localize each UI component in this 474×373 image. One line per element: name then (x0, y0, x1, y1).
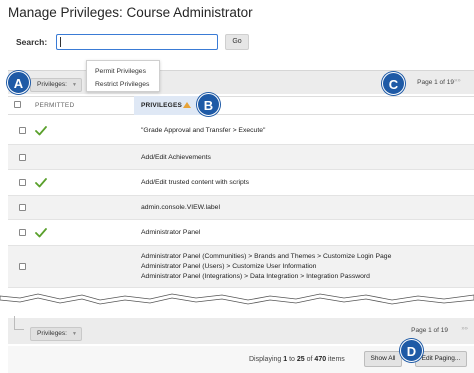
show-all-button[interactable]: Show All (364, 351, 402, 367)
callout-marker-d: D (400, 339, 423, 362)
chevron-down-icon: ▼ (72, 331, 77, 337)
go-button[interactable]: Go (225, 34, 249, 50)
table-row: admin.console.VIEW.label (8, 196, 474, 220)
sort-ascending-icon[interactable] (183, 102, 191, 108)
next-page-icon-bottom[interactable]: »» (461, 326, 468, 332)
menu-item-restrict-privileges[interactable]: Restrict Privileges (95, 81, 149, 88)
search-input[interactable] (56, 34, 218, 50)
callout-marker-a: A (7, 71, 30, 94)
privileges-dropdown-menu: Permit Privileges Restrict Privileges (86, 60, 160, 92)
paging-indicator-bottom: Page 1 of 19 (411, 327, 448, 334)
row-checkbox[interactable] (19, 153, 26, 161)
column-header-privileges[interactable]: PRIVILEGES (141, 102, 182, 109)
privilege-name: admin.console.VIEW.label (141, 204, 220, 211)
callout-marker-c: C (382, 72, 405, 95)
table-row: Add/Edit Achievements (8, 145, 474, 170)
table-row: Administrator Panel (8, 220, 474, 246)
row-checkbox[interactable] (19, 229, 26, 236)
edit-paging-button[interactable]: Edit Paging... (415, 351, 467, 367)
privileges-button-label: Privileges: (37, 81, 67, 88)
page-title: Manage Privileges: Course Administrator (8, 5, 253, 20)
checkmark-icon (35, 178, 47, 188)
callout-marker-b: B (197, 93, 220, 116)
row-checkbox[interactable] (19, 204, 26, 211)
row-checkbox[interactable] (19, 127, 26, 134)
menu-item-permit-privileges[interactable]: Permit Privileges (95, 68, 146, 75)
table-row: Add/Edit trusted content with scripts (8, 170, 474, 196)
table-row: Administrator Panel (Communities) > Bran… (8, 246, 474, 288)
privileges-menu-button[interactable]: Privileges: ▼ (30, 78, 82, 92)
displaying-count: Displaying 1 to 25 of 470 items (249, 356, 345, 363)
text-caret (60, 37, 61, 47)
checkmark-icon (35, 126, 47, 136)
column-header-permitted[interactable]: PERMITTED (35, 102, 74, 109)
connector-line (14, 316, 24, 330)
next-page-icon[interactable]: »» (454, 78, 470, 88)
privilege-name: Administrator Panel (141, 229, 201, 236)
table-header-row (8, 96, 474, 115)
search-label: Search: (16, 37, 48, 47)
privilege-name: "Grade Approval and Transfer > Execute" (141, 127, 266, 134)
privilege-name: Add/Edit trusted content with scripts (141, 179, 250, 186)
privilege-name: Administrator Panel (Users) > Customize … (141, 263, 317, 270)
select-all-checkbox[interactable] (14, 101, 21, 108)
paging-indicator-top: Page 1 of 19 (417, 79, 454, 86)
privileges-button-label-bottom: Privileges: (37, 330, 67, 337)
table-row: "Grade Approval and Transfer > Execute" (8, 117, 474, 145)
checkmark-icon (35, 228, 47, 238)
privileges-menu-button-bottom[interactable]: Privileges: ▼ (30, 327, 82, 341)
privilege-name: Administrator Panel (Integrations) > Dat… (141, 273, 370, 280)
row-checkbox[interactable] (19, 179, 26, 186)
privilege-name: Add/Edit Achievements (141, 153, 211, 161)
privilege-name: Administrator Panel (Communities) > Bran… (141, 253, 392, 260)
row-checkbox[interactable] (19, 263, 26, 270)
chevron-down-icon: ▼ (72, 82, 77, 88)
torn-edge-divider (0, 293, 474, 305)
